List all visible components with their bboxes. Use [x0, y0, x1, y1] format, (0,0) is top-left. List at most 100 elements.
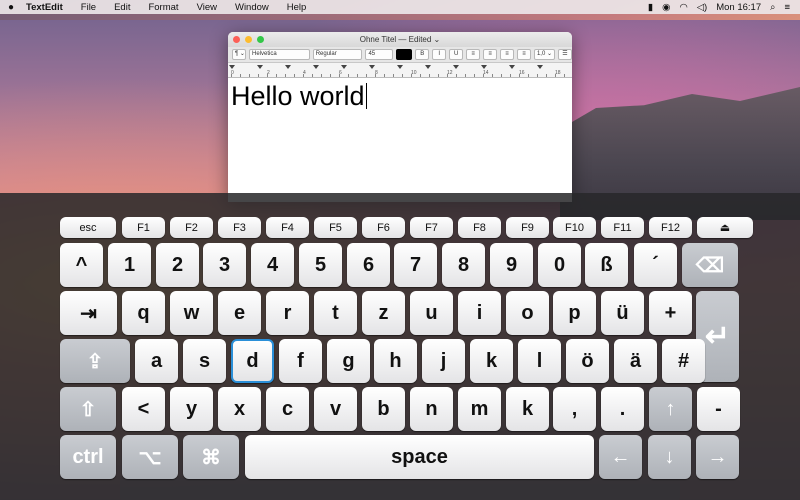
- spotlight-search-icon[interactable]: ⌕: [770, 2, 775, 13]
- key-23[interactable]: #: [662, 339, 705, 383]
- caps-lock-key[interactable]: ⇪: [60, 339, 130, 383]
- list-style-icon[interactable]: ☰: [558, 49, 572, 60]
- fn-key-f5[interactable]: F5: [314, 217, 357, 238]
- key-n[interactable]: n: [410, 387, 453, 431]
- fn-key-f11[interactable]: F11: [601, 217, 644, 238]
- bold-button[interactable]: B: [415, 49, 430, 60]
- align-justify-icon[interactable]: ≡: [517, 49, 531, 60]
- menu-edit[interactable]: Edit: [105, 2, 139, 13]
- key-c3b6[interactable]: ö: [566, 339, 609, 383]
- line-spacing-popup[interactable]: 1,0 ⌄: [533, 49, 556, 60]
- key-t[interactable]: t: [314, 291, 357, 335]
- italic-button[interactable]: I: [432, 49, 447, 60]
- key-c[interactable]: c: [266, 387, 309, 431]
- key-2[interactable]: 2: [156, 243, 199, 287]
- key-u[interactable]: u: [410, 291, 453, 335]
- fn-key-f10[interactable]: F10: [553, 217, 596, 238]
- key-o[interactable]: o: [506, 291, 549, 335]
- key-w[interactable]: w: [170, 291, 213, 335]
- key-8[interactable]: 8: [442, 243, 485, 287]
- fn-key-f12[interactable]: F12: [649, 217, 692, 238]
- fn-key-f4[interactable]: F4: [266, 217, 309, 238]
- key-h[interactable]: h: [374, 339, 417, 383]
- align-right-icon[interactable]: ≡: [500, 49, 515, 60]
- key-q[interactable]: q: [122, 291, 165, 335]
- shift-key[interactable]: ⇧: [60, 387, 116, 431]
- key-k[interactable]: k: [470, 339, 513, 383]
- key--[interactable]: -: [697, 387, 740, 431]
- key-z[interactable]: z: [362, 291, 405, 335]
- arrow-right-key[interactable]: →: [696, 435, 739, 479]
- key-c2b4[interactable]: ´: [634, 243, 677, 287]
- document-text[interactable]: Hello world: [231, 81, 365, 111]
- key-3[interactable]: 3: [203, 243, 246, 287]
- menu-app-textedit[interactable]: TextEdit: [22, 2, 72, 13]
- key-c39f[interactable]: ß: [585, 243, 628, 287]
- font-style-popup[interactable]: Regular: [312, 49, 363, 60]
- underline-button[interactable]: U: [449, 49, 464, 60]
- key-k[interactable]: k: [506, 387, 549, 431]
- key-2b[interactable]: +: [649, 291, 692, 335]
- key-.[interactable]: .: [601, 387, 644, 431]
- fn-key-f1[interactable]: F1: [122, 217, 165, 238]
- eject-key[interactable]: ⏏: [697, 217, 753, 238]
- key-m[interactable]: m: [458, 387, 501, 431]
- battery-icon[interactable]: ▮: [648, 2, 653, 13]
- command-key[interactable]: ⌘: [183, 435, 239, 479]
- wifi-icon[interactable]: ◠: [679, 2, 687, 13]
- ruler[interactable]: 0 2 4 6 8 10 12 14 16 18: [228, 63, 572, 78]
- key-5e[interactable]: ^: [60, 243, 103, 287]
- apple-menu-icon[interactable]: ●: [0, 2, 22, 13]
- align-center-icon[interactable]: ≡: [483, 49, 498, 60]
- menu-view[interactable]: View: [188, 2, 226, 13]
- key-1[interactable]: 1: [108, 243, 151, 287]
- paragraph-style-popup[interactable]: ¶ ⌄: [232, 49, 246, 60]
- menu-window[interactable]: Window: [226, 2, 278, 13]
- tab-stop-marker[interactable]: [537, 65, 543, 69]
- key-i[interactable]: i: [458, 291, 501, 335]
- tab-stop-marker[interactable]: [257, 65, 263, 69]
- tab-stop-marker[interactable]: [313, 65, 319, 69]
- menu-file[interactable]: File: [72, 2, 105, 13]
- fn-key-f9[interactable]: F9: [506, 217, 549, 238]
- key-s[interactable]: s: [183, 339, 226, 383]
- font-family-popup[interactable]: Helvetica: [249, 49, 310, 60]
- tab-stop-marker[interactable]: [397, 65, 403, 69]
- key-g[interactable]: g: [327, 339, 370, 383]
- option-key[interactable]: ⌥: [122, 435, 178, 479]
- text-color-well[interactable]: [396, 49, 413, 60]
- key-c3bc[interactable]: ü: [601, 291, 644, 335]
- tab-stop-marker[interactable]: [453, 65, 459, 69]
- font-size-field[interactable]: 45: [365, 49, 394, 60]
- key-r[interactable]: r: [266, 291, 309, 335]
- key-v[interactable]: v: [314, 387, 357, 431]
- menu-help[interactable]: Help: [278, 2, 316, 13]
- backspace-key[interactable]: ⌫: [682, 243, 738, 287]
- key-5[interactable]: 5: [299, 243, 342, 287]
- key-9[interactable]: 9: [490, 243, 533, 287]
- key-7[interactable]: 7: [394, 243, 437, 287]
- tab-stop-marker[interactable]: [509, 65, 515, 69]
- notification-center-icon[interactable]: ≡: [784, 2, 790, 13]
- tab-stop-marker[interactable]: [285, 65, 291, 69]
- document-body[interactable]: Hello world: [228, 78, 572, 114]
- fn-key-f6[interactable]: F6: [362, 217, 405, 238]
- menu-clock[interactable]: Mon 16:17: [716, 2, 761, 13]
- arrow-up-key[interactable]: ↑: [649, 387, 692, 431]
- tab-stop-marker[interactable]: [425, 65, 431, 69]
- volume-icon[interactable]: ◁): [697, 2, 707, 13]
- fn-key-f8[interactable]: F8: [458, 217, 501, 238]
- arrow-left-key[interactable]: ←: [599, 435, 642, 479]
- tab-stop-marker[interactable]: [481, 65, 487, 69]
- tab-stop-marker[interactable]: [369, 65, 375, 69]
- key-3c[interactable]: <: [122, 387, 165, 431]
- tab-stop-marker[interactable]: [229, 65, 235, 69]
- key-2c[interactable]: ,: [553, 387, 596, 431]
- fn-key-f3[interactable]: F3: [218, 217, 261, 238]
- tab-key[interactable]: ⇥: [60, 291, 117, 335]
- align-left-icon[interactable]: ≡: [466, 49, 481, 60]
- key-j[interactable]: j: [422, 339, 465, 383]
- fn-key-f7[interactable]: F7: [410, 217, 453, 238]
- control-key[interactable]: ctrl: [60, 435, 116, 479]
- key-a[interactable]: a: [135, 339, 178, 383]
